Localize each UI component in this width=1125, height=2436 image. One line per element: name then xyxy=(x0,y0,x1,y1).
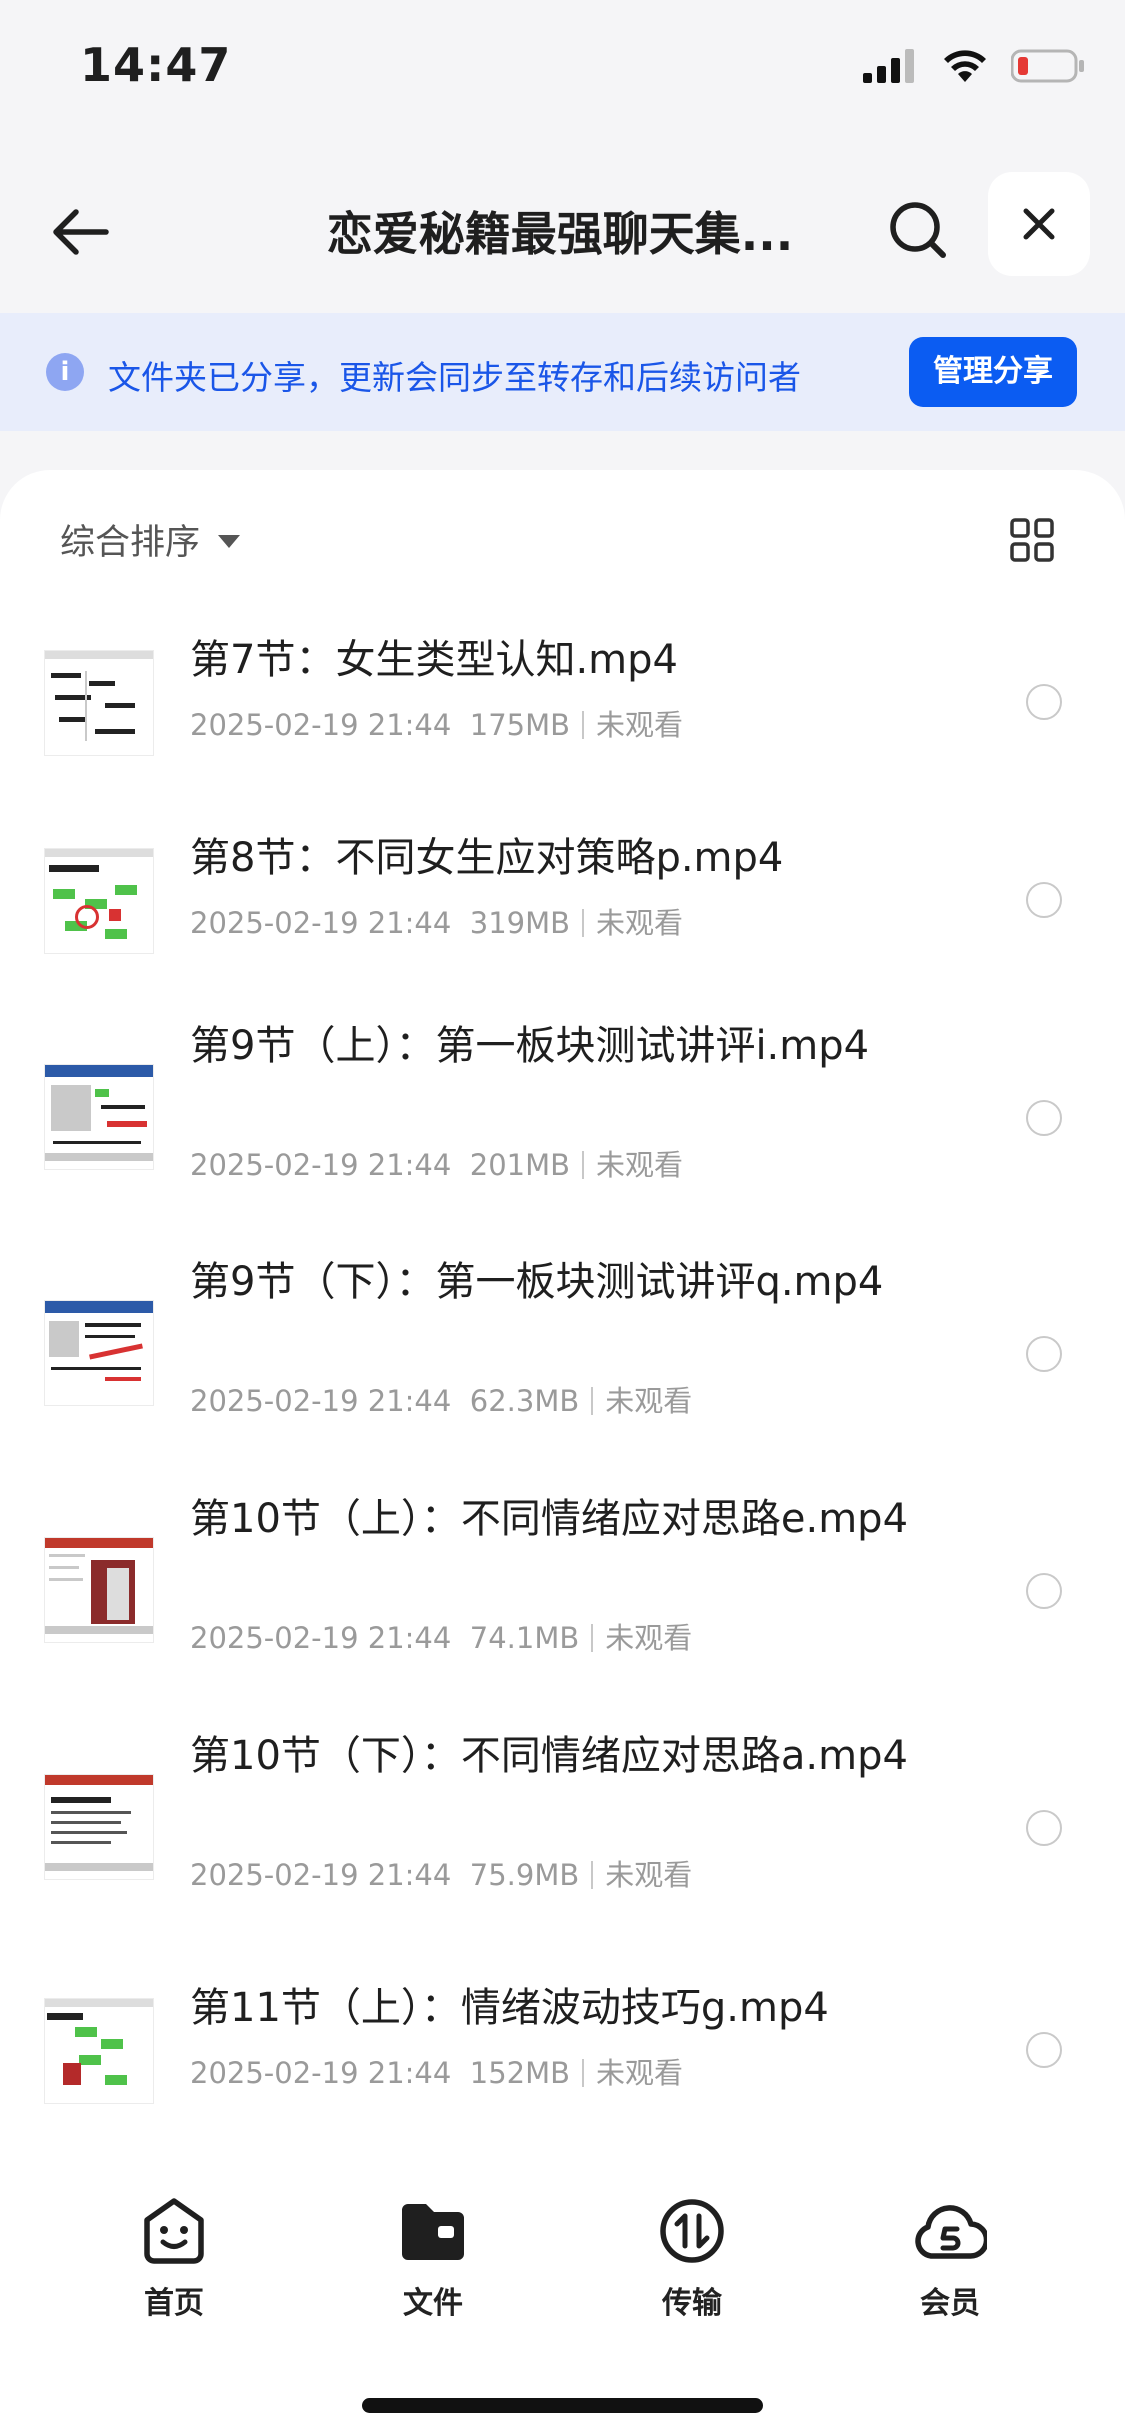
tab-transfer[interactable]: 传输 xyxy=(622,2196,762,2322)
search-button[interactable] xyxy=(878,190,958,270)
video-thumbnail xyxy=(44,650,154,756)
file-date: 2025-02-19 21:44 xyxy=(190,906,452,940)
sort-label: 综合排序 xyxy=(60,523,201,563)
file-meta: 2025-02-19 21:44 319MB 未观看 xyxy=(190,900,683,942)
page-title: 恋爱秘籍最强聊天集... xyxy=(326,207,794,261)
tab-label: 文件 xyxy=(403,2286,463,2321)
file-name: 第8节：不同女生应对策略p.mp4 xyxy=(190,835,784,881)
select-radio[interactable] xyxy=(1026,684,1062,720)
file-meta: 2025-02-19 21:44 175MB 未观看 xyxy=(190,702,683,744)
file-size: 319MB xyxy=(469,906,571,940)
cloud-vip-icon xyxy=(915,2205,990,2259)
file-name: 第10节（下）：不同情绪应对思路a.mp4 xyxy=(190,1733,908,1779)
file-name: 第11节（上）：情绪波动技巧g.mp4 xyxy=(190,1985,829,2031)
divider xyxy=(582,909,585,937)
arrow-left-icon xyxy=(53,209,109,255)
select-radio[interactable] xyxy=(1026,1100,1062,1136)
bottom-tab-bar: 首页 文件 传输 会员 xyxy=(0,2170,1125,2436)
signal-icon xyxy=(863,49,914,83)
file-size: 152MB xyxy=(469,2056,571,2090)
status-icons xyxy=(863,48,1085,84)
divider xyxy=(591,1861,594,1889)
file-list-card: 综合排序 第7节：女生类型认知.mp4 2025-02-19 21:44 175… xyxy=(0,470,1125,2436)
tab-files[interactable]: 文件 xyxy=(363,2196,503,2322)
select-radio[interactable] xyxy=(1026,1336,1062,1372)
battery-icon xyxy=(1011,49,1084,83)
watch-status: 未观看 xyxy=(596,708,684,742)
file-size: 175MB xyxy=(469,708,571,742)
file-meta: 2025-02-19 21:44 62.3MB 未观看 xyxy=(190,1378,692,1420)
watch-status: 未观看 xyxy=(605,1858,693,1892)
file-size: 62.3MB xyxy=(469,1384,580,1418)
video-thumbnail xyxy=(44,848,154,954)
select-radio[interactable] xyxy=(1026,2032,1062,2068)
file-size: 74.1MB xyxy=(469,1621,580,1655)
file-meta: 2025-02-19 21:44 74.1MB 未观看 xyxy=(190,1615,692,1657)
file-size: 201MB xyxy=(469,1148,571,1182)
select-radio[interactable] xyxy=(1026,1810,1062,1846)
file-date: 2025-02-19 21:44 xyxy=(190,1384,452,1418)
tab-home[interactable]: 首页 xyxy=(104,2196,244,2322)
file-meta: 2025-02-19 21:44 152MB 未观看 xyxy=(190,2050,683,2092)
folder-icon xyxy=(402,2204,464,2260)
select-radio[interactable] xyxy=(1026,1573,1062,1609)
close-icon xyxy=(1023,208,1055,240)
file-size: 75.9MB xyxy=(469,1858,580,1892)
video-thumbnail xyxy=(44,1774,154,1880)
divider xyxy=(591,1387,594,1415)
tab-vip[interactable]: 会员 xyxy=(880,2196,1020,2322)
video-thumbnail xyxy=(44,1300,154,1406)
wifi-icon xyxy=(944,50,986,82)
file-name: 第9节（下）：第一板块测试讲评q.mp4 xyxy=(190,1259,884,1305)
file-meta: 2025-02-19 21:44 201MB 未观看 xyxy=(190,1142,683,1184)
sort-dropdown[interactable]: 综合排序 xyxy=(60,514,241,565)
watch-status: 未观看 xyxy=(596,906,684,940)
watch-status: 未观看 xyxy=(605,1621,693,1655)
smile-face-icon xyxy=(144,2198,204,2264)
divider xyxy=(591,1624,594,1652)
grid-view-icon[interactable] xyxy=(1010,518,1054,562)
close-button[interactable] xyxy=(988,172,1090,276)
caret-down-icon xyxy=(218,535,241,548)
share-banner-text: 文件夹已分享，更新会同步至转存和后续访问者 xyxy=(108,358,801,397)
tab-label: 传输 xyxy=(662,2286,722,2321)
file-name: 第9节（上）：第一板块测试讲评i.mp4 xyxy=(190,1023,870,1069)
status-bar: 14:47 xyxy=(0,0,1125,140)
video-thumbnail xyxy=(44,1537,154,1643)
nav-bar: 恋爱秘籍最强聊天集... xyxy=(0,140,1125,310)
divider xyxy=(582,711,585,739)
watch-status: 未观看 xyxy=(605,1384,693,1418)
file-date: 2025-02-19 21:44 xyxy=(190,1621,452,1655)
back-button[interactable] xyxy=(44,196,116,268)
video-thumbnail xyxy=(44,1998,154,2104)
search-icon xyxy=(890,202,946,258)
file-date: 2025-02-19 21:44 xyxy=(190,708,452,742)
file-name: 第10节（上）：不同情绪应对思路e.mp4 xyxy=(190,1496,909,1542)
transfer-icon xyxy=(660,2199,724,2263)
manage-share-button[interactable]: 管理分享 xyxy=(909,337,1077,407)
tab-label: 首页 xyxy=(144,2286,204,2321)
file-name: 第7节：女生类型认知.mp4 xyxy=(190,637,678,683)
divider xyxy=(582,2059,585,2087)
tab-label: 会员 xyxy=(920,2286,980,2321)
file-date: 2025-02-19 21:44 xyxy=(190,2056,452,2090)
share-banner: i 文件夹已分享，更新会同步至转存和后续访问者 管理分享 xyxy=(0,313,1125,431)
video-thumbnail xyxy=(44,1064,154,1170)
divider xyxy=(582,1151,585,1179)
watch-status: 未观看 xyxy=(596,2056,684,2090)
file-date: 2025-02-19 21:44 xyxy=(190,1148,452,1182)
home-indicator xyxy=(362,2398,763,2413)
status-time: 14:47 xyxy=(80,38,232,92)
file-date: 2025-02-19 21:44 xyxy=(190,1858,452,1892)
watch-status: 未观看 xyxy=(596,1148,684,1182)
select-radio[interactable] xyxy=(1026,882,1062,918)
file-meta: 2025-02-19 21:44 75.9MB 未观看 xyxy=(190,1852,692,1894)
info-icon: i xyxy=(46,353,84,391)
